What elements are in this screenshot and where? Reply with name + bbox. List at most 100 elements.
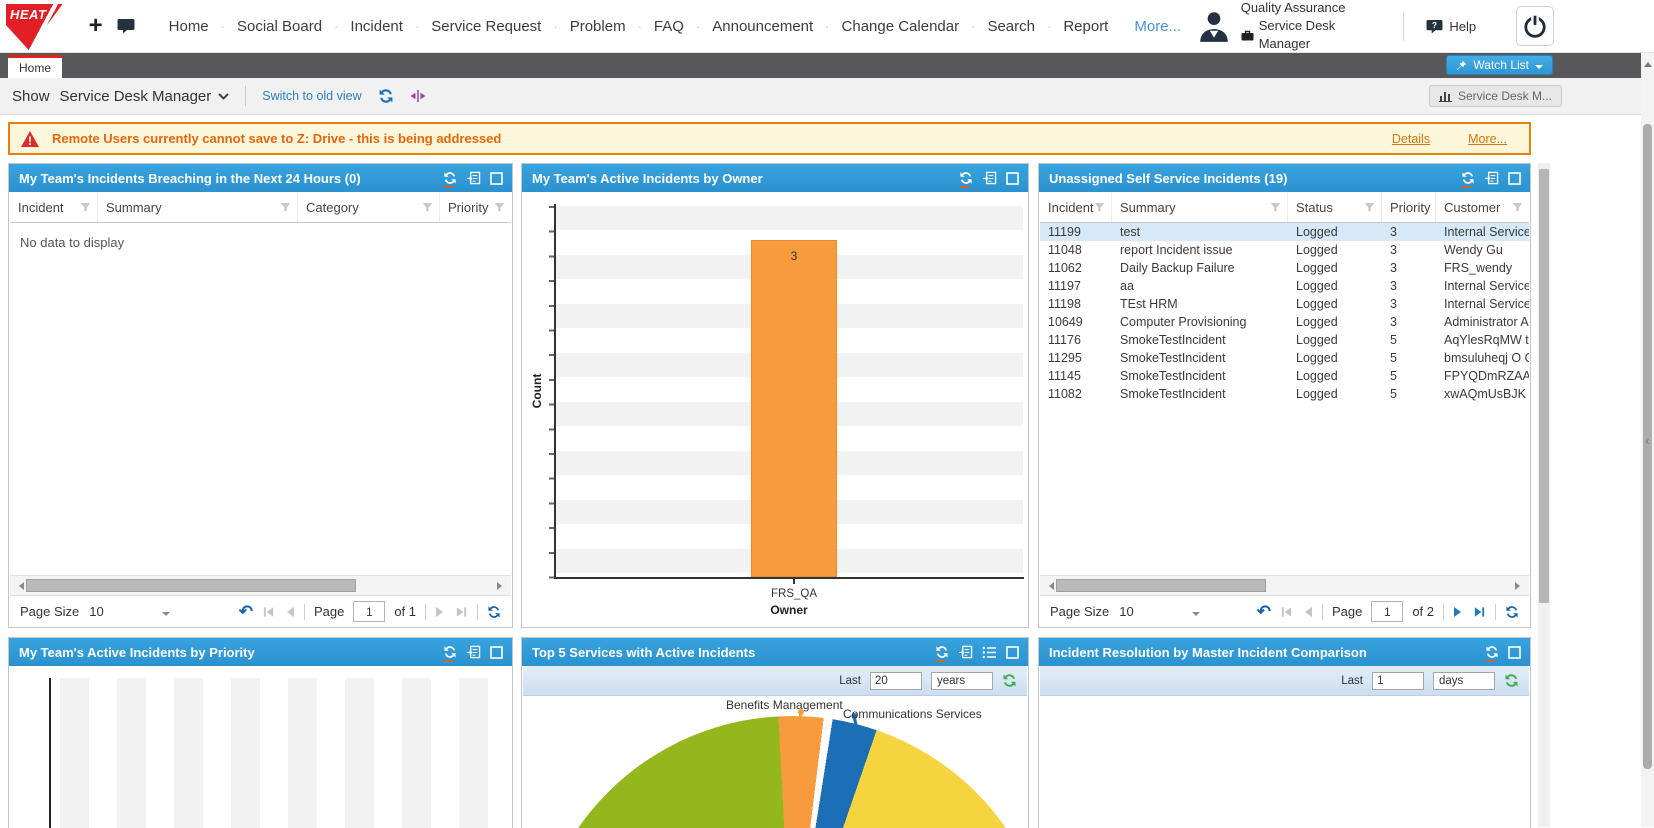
filter-icon[interactable] — [281, 203, 290, 211]
nav-item-more[interactable]: More... — [1134, 18, 1181, 35]
filter-icon[interactable] — [423, 203, 432, 211]
apply-refresh-icon[interactable] — [1504, 673, 1519, 688]
scroll-left-arrow[interactable] — [1045, 582, 1054, 590]
table-row[interactable]: 11295SmokeTestIncidentLogged5bmsuluheqj … — [1040, 349, 1529, 367]
pie-circle[interactable] — [532, 716, 1027, 828]
maximize-icon[interactable] — [490, 646, 503, 659]
page-input[interactable] — [353, 601, 385, 622]
refresh-icon[interactable] — [443, 171, 457, 185]
maximize-icon[interactable] — [1006, 172, 1019, 185]
refresh-icon[interactable] — [1505, 605, 1519, 619]
banner-more-link[interactable]: More... — [1468, 132, 1507, 146]
horizontal-scrollbar[interactable] — [10, 575, 511, 596]
export-icon[interactable] — [466, 645, 481, 659]
filter-icon[interactable] — [81, 203, 90, 211]
logout-power-button[interactable] — [1516, 6, 1554, 46]
chat-bubble-icon[interactable] — [117, 18, 135, 34]
export-icon[interactable] — [1484, 171, 1499, 185]
dashboard-scrollbar[interactable] — [1538, 163, 1550, 827]
layout-move-icon[interactable] — [410, 89, 426, 103]
nav-item-service-request[interactable]: Service Request — [431, 18, 541, 35]
heat-logo[interactable]: HEAT — [6, 4, 63, 50]
refresh-icon[interactable] — [935, 645, 949, 659]
table-row[interactable]: 11198TEst HRMLogged3Internal Services — [1040, 295, 1529, 313]
page-input[interactable] — [1371, 601, 1403, 622]
undo-icon[interactable]: ↶ — [1257, 605, 1271, 619]
unit-select[interactable]: years — [931, 672, 993, 690]
scroll-right-arrow[interactable] — [1515, 582, 1524, 590]
filter-icon[interactable] — [495, 203, 504, 211]
column-header-incident[interactable]: Incident — [10, 192, 98, 222]
first-page-icon[interactable] — [1280, 606, 1293, 618]
refresh-icon[interactable] — [443, 645, 457, 659]
filter-icon[interactable] — [1095, 203, 1104, 211]
nav-item-faq[interactable]: FAQ — [654, 18, 684, 35]
refresh-icon[interactable] — [959, 171, 973, 185]
column-header-priority[interactable]: Priority — [440, 192, 511, 222]
help-button[interactable]: ? Help — [1426, 19, 1476, 34]
column-header-category[interactable]: Category — [298, 192, 440, 222]
maximize-icon[interactable] — [490, 172, 503, 185]
horizontal-scrollbar[interactable] — [1040, 575, 1529, 596]
table-row[interactable]: 11145SmokeTestIncidentLogged5FPYQDmRZAA … — [1040, 367, 1529, 385]
column-header-priority[interactable]: Priority — [1382, 192, 1436, 222]
maximize-icon[interactable] — [1006, 646, 1019, 659]
export-icon[interactable] — [466, 171, 481, 185]
user-avatar-icon[interactable] — [1195, 6, 1233, 46]
scroll-up-arrow[interactable] — [1644, 58, 1652, 67]
nav-item-change-calendar[interactable]: Change Calendar — [842, 18, 960, 35]
last-page-icon[interactable] — [455, 606, 468, 618]
switch-old-view-link[interactable]: Switch to old view — [262, 89, 361, 103]
list-view-icon[interactable] — [982, 646, 997, 659]
table-row[interactable]: 11176SmokeTestIncidentLogged5AqYlesRqMW … — [1040, 331, 1529, 349]
filter-icon[interactable] — [1513, 203, 1522, 211]
last-page-icon[interactable] — [1473, 606, 1486, 618]
previous-page-icon[interactable] — [1302, 606, 1313, 618]
page-size-dropdown-icon[interactable] — [1192, 612, 1200, 620]
scrollbar-thumb[interactable] — [26, 579, 356, 592]
bar-frs-qa[interactable] — [751, 240, 837, 577]
export-icon[interactable] — [982, 171, 997, 185]
tab-home[interactable]: Home — [8, 55, 62, 78]
refresh-icon[interactable] — [487, 605, 501, 619]
export-icon[interactable] — [958, 645, 973, 659]
refresh-icon[interactable] — [1461, 171, 1475, 185]
next-page-icon[interactable] — [435, 606, 446, 618]
column-header-summary[interactable]: Summary — [1112, 192, 1288, 222]
scroll-left-arrow[interactable] — [15, 582, 24, 590]
refresh-icon[interactable] — [378, 88, 394, 104]
watch-list-button[interactable]: Watch List — [1446, 55, 1553, 75]
last-value-input[interactable] — [870, 672, 922, 690]
column-header-customer[interactable]: Customer — [1436, 192, 1529, 222]
nav-item-search[interactable]: Search — [987, 18, 1035, 35]
maximize-icon[interactable] — [1508, 646, 1521, 659]
dashboard-selector[interactable]: Service Desk Manager — [60, 88, 230, 105]
nav-item-problem[interactable]: Problem — [570, 18, 626, 35]
nav-item-social-board[interactable]: Social Board — [237, 18, 322, 35]
column-header-status[interactable]: Status — [1288, 192, 1382, 222]
column-header-summary[interactable]: Summary — [98, 192, 298, 222]
filter-icon[interactable] — [1365, 203, 1374, 211]
table-row[interactable]: 11062Daily Backup FailureLogged3FRS_wend… — [1040, 259, 1529, 277]
column-header-incident[interactable]: Incident — [1040, 192, 1112, 222]
new-record-plus-icon[interactable]: + — [89, 16, 103, 36]
nav-item-report[interactable]: Report — [1063, 18, 1108, 35]
panel-collapse-handle[interactable]: ‹ — [1642, 405, 1653, 475]
scroll-right-arrow[interactable] — [497, 582, 506, 590]
table-row[interactable]: 11048report Incident issueLogged3Wendy G… — [1040, 241, 1529, 259]
user-block[interactable]: Quality Assurance Service Desk Manager — [1195, 0, 1381, 53]
previous-page-icon[interactable] — [284, 606, 295, 618]
nav-item-announcement[interactable]: Announcement — [712, 18, 813, 35]
filter-icon[interactable] — [1271, 203, 1280, 211]
page-size-value[interactable]: 10 — [89, 604, 103, 619]
banner-details-link[interactable]: Details — [1392, 132, 1430, 146]
unit-select[interactable]: days — [1433, 672, 1495, 690]
scrollbar-thumb[interactable] — [1056, 579, 1266, 592]
table-row[interactable]: 11197aaLogged3Internal Services — [1040, 277, 1529, 295]
table-row[interactable]: 10649Computer ProvisioningLogged3Adminis… — [1040, 313, 1529, 331]
table-row[interactable]: 11199testLogged3Internal Services — [1040, 223, 1529, 241]
undo-icon[interactable]: ↶ — [239, 605, 253, 619]
apply-refresh-icon[interactable] — [1002, 673, 1017, 688]
refresh-icon[interactable] — [1485, 645, 1499, 659]
maximize-icon[interactable] — [1508, 172, 1521, 185]
